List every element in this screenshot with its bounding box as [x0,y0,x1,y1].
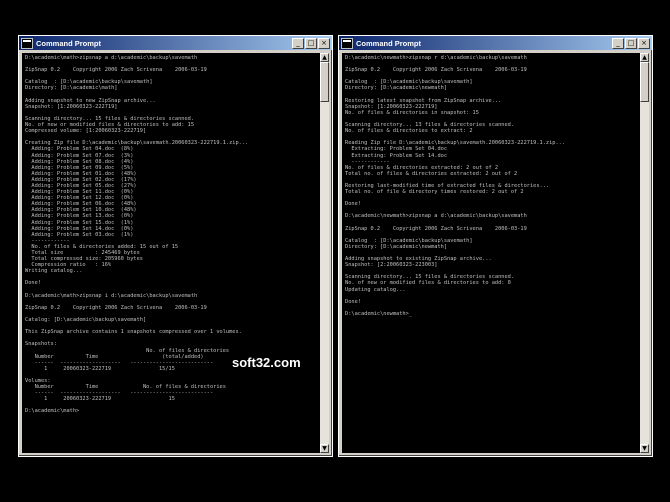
scroll-down-icon[interactable]: ▼ [320,444,329,453]
vertical-scrollbar[interactable]: ▲ ▼ [320,53,329,453]
window-title: Command Prompt [36,38,102,48]
maximize-button[interactable]: □ [305,37,317,49]
minimize-button[interactable]: _ [612,37,624,49]
title-bar[interactable]: Command Prompt _ □ × [19,36,332,50]
scroll-thumb[interactable] [640,62,649,102]
cmd-icon [21,37,33,49]
scroll-up-icon[interactable]: ▲ [640,53,649,62]
scroll-down-icon[interactable]: ▼ [640,444,649,453]
vertical-scrollbar[interactable]: ▲ ▼ [640,53,649,453]
console-output[interactable]: D:\academic\newmath>zipsnap r d:\academi… [342,53,640,453]
console-output[interactable]: D:\academic\math>zipsnap a d:\academic\b… [22,53,320,453]
watermark-logo: soft32.com [232,355,301,370]
command-prompt-window-left[interactable]: Command Prompt _ □ × D:\academic\math>zi… [18,35,333,457]
close-button[interactable]: × [318,37,330,49]
cmd-icon [341,37,353,49]
console-text: D:\academic\newmath>zipsnap r d:\academi… [345,55,566,317]
window-title: Command Prompt [356,38,422,48]
command-prompt-window-right[interactable]: Command Prompt _ □ × D:\academic\newmath… [338,35,653,457]
title-bar[interactable]: Command Prompt _ □ × [339,36,652,50]
scroll-thumb[interactable] [320,62,329,102]
scroll-up-icon[interactable]: ▲ [320,53,329,62]
close-button[interactable]: × [638,37,650,49]
minimize-button[interactable]: _ [292,37,304,49]
maximize-button[interactable]: □ [625,37,637,49]
